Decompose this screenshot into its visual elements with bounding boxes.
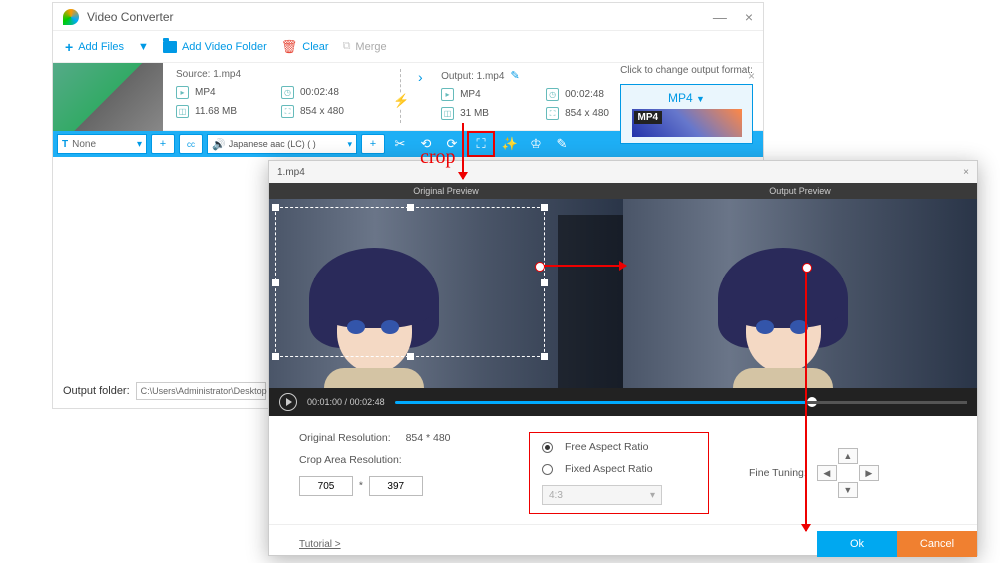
nudge-left-button[interactable]: ◀ bbox=[817, 465, 837, 481]
crop-selection[interactable] bbox=[275, 207, 545, 357]
merge-button[interactable]: ⧉Merge bbox=[343, 40, 387, 53]
cancel-button[interactable]: Cancel bbox=[897, 531, 977, 557]
crop-height-input[interactable] bbox=[369, 476, 423, 496]
output-folder-label: Output folder: bbox=[63, 385, 130, 397]
disk-icon: ◫ bbox=[441, 107, 454, 120]
cc-button[interactable]: cc bbox=[179, 134, 203, 154]
chevron-down-icon[interactable]: ▼ bbox=[138, 41, 149, 53]
bolt-icon: ⚡ bbox=[393, 93, 409, 109]
trim-icon[interactable]: ✂ bbox=[389, 133, 411, 155]
titlebar: Video Converter — × bbox=[53, 3, 763, 31]
minimize-icon[interactable]: — bbox=[713, 9, 727, 25]
add-audio-button[interactable]: + bbox=[361, 134, 385, 154]
app-logo-icon bbox=[63, 9, 79, 25]
nudge-right-button[interactable]: ▶ bbox=[859, 465, 879, 481]
progress-slider[interactable] bbox=[395, 401, 967, 404]
add-files-button[interactable]: +Add Files bbox=[65, 39, 124, 55]
format-selector[interactable]: MP4 ▼ MP4 bbox=[620, 84, 753, 144]
format-icon: ▸ bbox=[441, 88, 454, 101]
output-label: Output: 1.mp4 bbox=[441, 71, 504, 82]
free-aspect-radio[interactable]: Free Aspect Ratio bbox=[542, 441, 690, 453]
clock-icon: ◷ bbox=[281, 86, 294, 99]
crop-handle[interactable] bbox=[407, 353, 414, 360]
crop-handle[interactable] bbox=[272, 279, 279, 286]
close-icon[interactable]: × bbox=[745, 9, 753, 25]
crop-handle[interactable] bbox=[541, 353, 548, 360]
subtitle-icon[interactable]: ✎ bbox=[551, 133, 573, 155]
nudge-up-button[interactable]: ▲ bbox=[838, 448, 858, 464]
crop-handle[interactable] bbox=[407, 204, 414, 211]
nudge-down-button[interactable]: ▼ bbox=[838, 482, 858, 498]
crop-icon[interactable]: ⛶ bbox=[467, 131, 495, 157]
speaker-icon: 🔊 bbox=[212, 138, 226, 151]
watermark-icon[interactable]: ♔ bbox=[525, 133, 547, 155]
dialog-titlebar: 1.mp4 × bbox=[269, 161, 977, 183]
close-icon[interactable]: × bbox=[963, 167, 969, 178]
output-folder-input[interactable]: C:\Users\Administrator\Desktop bbox=[136, 382, 266, 400]
ok-button[interactable]: Ok bbox=[817, 531, 897, 557]
add-folder-button[interactable]: Add Video Folder bbox=[163, 41, 267, 53]
format-thumbnail: MP4 bbox=[632, 109, 742, 137]
crop-handle[interactable] bbox=[272, 204, 279, 211]
play-button[interactable] bbox=[279, 393, 297, 411]
tutorial-link[interactable]: Tutorial > bbox=[299, 539, 341, 550]
progress-handle[interactable] bbox=[807, 397, 817, 407]
audio-select[interactable]: 🔊Japanese aac (LC) ( )▾ bbox=[207, 134, 357, 154]
rotate-icon[interactable]: ⟳ bbox=[441, 133, 463, 155]
resolution-icon: ⛶ bbox=[281, 105, 294, 118]
plus-icon: + bbox=[65, 39, 73, 55]
crop-width-input[interactable] bbox=[299, 476, 353, 496]
output-preview: Output Preview bbox=[623, 183, 977, 388]
trash-icon: 🗑 bbox=[281, 39, 298, 55]
disk-icon: ◫ bbox=[176, 105, 189, 118]
subtitle-select[interactable]: TNone▾ bbox=[57, 134, 147, 154]
edit-icon[interactable]: ✎ bbox=[510, 70, 519, 82]
main-toolbar: +Add Files ▼ Add Video Folder 🗑Clear ⧉Me… bbox=[53, 31, 763, 63]
folder-icon bbox=[163, 41, 177, 53]
format-sidebar: Click to change output format: MP4 ▼ MP4 bbox=[620, 65, 753, 144]
arrow-right-icon: › bbox=[418, 69, 423, 85]
fixed-aspect-radio[interactable]: Fixed Aspect Ratio bbox=[542, 463, 690, 475]
crop-handle[interactable] bbox=[272, 353, 279, 360]
source-label: Source: 1.mp4 bbox=[176, 69, 386, 80]
clear-button[interactable]: 🗑Clear bbox=[281, 39, 329, 55]
crop-handle[interactable] bbox=[541, 204, 548, 211]
format-icon: ▸ bbox=[176, 86, 189, 99]
crop-dialog: 1.mp4 × Original Preview Output Preview … bbox=[268, 160, 978, 556]
clock-icon: ◷ bbox=[546, 88, 559, 101]
radio-icon bbox=[542, 442, 553, 453]
original-preview[interactable]: Original Preview bbox=[269, 183, 623, 388]
resolution-icon: ⛶ bbox=[546, 107, 559, 120]
player-bar: 00:01:00 / 00:02:48 bbox=[269, 388, 977, 416]
effects-icon[interactable]: ✨ bbox=[499, 133, 521, 155]
video-thumbnail[interactable] bbox=[53, 63, 163, 131]
radio-icon bbox=[542, 464, 553, 475]
merge-icon: ⧉ bbox=[343, 40, 351, 53]
add-subtitle-button[interactable]: + bbox=[151, 134, 175, 154]
crop-handle[interactable] bbox=[541, 279, 548, 286]
fine-tune-dpad: ▲ ◀ ▶ ▼ bbox=[817, 448, 879, 498]
aspect-ratio-select[interactable]: 4:3▾ bbox=[542, 485, 662, 505]
aspect-ratio-group: Free Aspect Ratio Fixed Aspect Ratio 4:3… bbox=[529, 432, 709, 514]
volume-icon[interactable]: ⟲ bbox=[415, 133, 437, 155]
app-title: Video Converter bbox=[87, 10, 174, 24]
format-label: Click to change output format: bbox=[620, 65, 753, 76]
